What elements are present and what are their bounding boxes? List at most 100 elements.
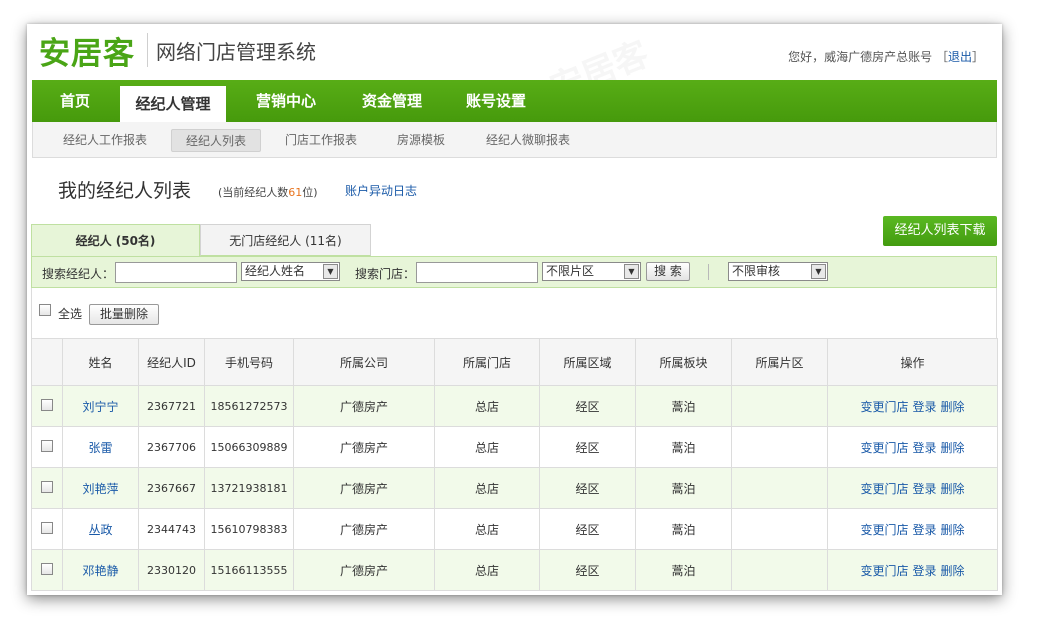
subnav-agent-work-report[interactable]: 经纪人工作报表 <box>55 129 155 152</box>
agent-id: 2367721 <box>138 385 205 427</box>
agent-company: 广德房产 <box>293 385 435 427</box>
delete-link[interactable]: 删除 <box>941 564 965 578</box>
download-agent-list-button[interactable]: 经纪人列表下载 <box>883 216 997 246</box>
table-header-row: 姓名 经纪人ID 手机号码 所属公司 所属门店 所属区域 所属板块 所属片区 操… <box>31 338 998 386</box>
logout-link[interactable]: 退出 <box>948 50 972 64</box>
agent-company: 广德房产 <box>293 467 435 509</box>
delete-link[interactable]: 删除 <box>941 482 965 496</box>
agent-store: 总店 <box>434 508 540 550</box>
agent-name-link[interactable]: 张雷 <box>62 426 139 468</box>
agent-region: 经区 <box>539 426 636 468</box>
subnav-agent-list[interactable]: 经纪人列表 <box>171 129 261 152</box>
agent-id: 2367706 <box>138 426 205 468</box>
change-store-link[interactable]: 变更门店 <box>860 564 908 578</box>
table-row: 刘宁宁 2367721 18561272573 广德房产 总店 经区 蒿泊 变更… <box>31 385 998 427</box>
tab-agents[interactable]: 经纪人 (50名) <box>31 224 200 256</box>
agent-block: 蒿泊 <box>635 467 732 509</box>
agent-name-link[interactable]: 刘艳萍 <box>62 467 139 509</box>
table-row: 张雷 2367706 15066309889 广德房产 总店 经区 蒿泊 变更门… <box>31 426 998 468</box>
anjuke-logo[interactable]: 安居客 <box>39 28 135 73</box>
agent-store: 总店 <box>434 467 540 509</box>
chevron-down-icon[interactable]: ▼ <box>624 264 639 279</box>
agent-area <box>731 549 828 591</box>
col-header-region: 所属区域 <box>539 338 636 386</box>
row-checkbox[interactable] <box>41 439 53 452</box>
change-store-link[interactable]: 变更门店 <box>860 400 908 414</box>
delete-link[interactable]: 删除 <box>941 400 965 414</box>
delete-link[interactable]: 删除 <box>941 441 965 455</box>
divider <box>708 264 709 280</box>
agent-count-value: 61 <box>288 186 303 199</box>
chevron-down-icon[interactable]: ▼ <box>811 264 826 279</box>
agent-company: 广德房产 <box>293 549 435 591</box>
login-link[interactable]: 登录 <box>912 523 936 537</box>
login-link[interactable]: 登录 <box>912 441 936 455</box>
agent-table: 姓名 经纪人ID 手机号码 所属公司 所属门店 所属区域 所属板块 所属片区 操… <box>31 338 998 591</box>
app-window: 安居客 安居客 安居客 安居客 网络门店管理系统 您好，威海广德房产总账号 ［退… <box>27 24 1002 595</box>
agent-name-link[interactable]: 丛政 <box>62 508 139 550</box>
brand: 安居客 网络门店管理系统 <box>39 28 316 72</box>
subnav-listing-template[interactable]: 房源模板 <box>387 129 455 152</box>
agent-area <box>731 467 828 509</box>
area-select[interactable]: 不限片区 ▼ <box>542 262 641 281</box>
agent-store: 总店 <box>434 549 540 591</box>
row-checkbox[interactable] <box>41 398 53 411</box>
agent-phone: 15166113555 <box>204 549 294 591</box>
search-bar: 搜索经纪人： 经纪人姓名 ▼ 搜索门店： 不限片区 ▼ 搜 索 不限审核 ▼ <box>31 256 997 288</box>
agent-phone: 18561272573 <box>204 385 294 427</box>
agent-block: 蒿泊 <box>635 426 732 468</box>
change-store-link[interactable]: 变更门店 <box>860 523 908 537</box>
select-all-label[interactable]: 全选 <box>58 305 82 322</box>
login-link[interactable]: 登录 <box>912 482 936 496</box>
nav-tab-funds[interactable]: 资金管理 <box>342 80 442 122</box>
agent-area <box>731 508 828 550</box>
row-checkbox[interactable] <box>41 480 53 493</box>
col-header-company: 所属公司 <box>293 338 435 386</box>
sub-nav: 经纪人工作报表 经纪人列表 门店工作报表 房源模板 经纪人微聊报表 <box>32 122 997 158</box>
account-change-log-link[interactable]: 账户异动日志 <box>345 182 417 199</box>
row-actions: 变更门店 登录 删除 <box>827 467 998 509</box>
agent-field-select[interactable]: 经纪人姓名 ▼ <box>241 262 340 281</box>
row-actions: 变更门店 登录 删除 <box>827 385 998 427</box>
table-row: 刘艳萍 2367667 13721938181 广德房产 总店 经区 蒿泊 变更… <box>31 467 998 509</box>
agent-name-link[interactable]: 刘宁宁 <box>62 385 139 427</box>
audit-select[interactable]: 不限审核 ▼ <box>728 262 828 281</box>
greeting-text: 您好，威海广德房产总账号 <box>788 50 933 64</box>
row-checkbox[interactable] <box>41 521 53 534</box>
chevron-down-icon[interactable]: ▼ <box>323 264 338 279</box>
agent-name-link[interactable]: 邓艳静 <box>62 549 139 591</box>
col-header-name: 姓名 <box>62 338 139 386</box>
col-header-store: 所属门店 <box>434 338 540 386</box>
change-store-link[interactable]: 变更门店 <box>860 441 908 455</box>
table-row: 邓艳静 2330120 15166113555 广德房产 总店 经区 蒿泊 变更… <box>31 549 998 591</box>
row-actions: 变更门店 登录 删除 <box>827 549 998 591</box>
agent-store: 总店 <box>434 426 540 468</box>
col-header-checkbox <box>31 338 63 386</box>
delete-link[interactable]: 删除 <box>941 523 965 537</box>
col-header-id: 经纪人ID <box>138 338 205 386</box>
subnav-store-work-report[interactable]: 门店工作报表 <box>276 129 366 152</box>
col-header-block: 所属板块 <box>635 338 732 386</box>
nav-tab-agent-management[interactable]: 经纪人管理 <box>120 86 226 122</box>
nav-tab-marketing[interactable]: 营销中心 <box>238 80 334 122</box>
search-button[interactable]: 搜 索 <box>646 262 690 281</box>
search-store-input[interactable] <box>416 262 538 283</box>
tab-no-store-agents[interactable]: 无门店经纪人 (11名) <box>200 224 371 256</box>
row-checkbox[interactable] <box>41 562 53 575</box>
subnav-agent-chat-report[interactable]: 经纪人微聊报表 <box>473 129 583 152</box>
batch-delete-button[interactable]: 批量删除 <box>89 304 159 325</box>
agent-region: 经区 <box>539 549 636 591</box>
main-nav: 首页 经纪人管理 营销中心 资金管理 账号设置 <box>32 80 997 122</box>
agent-area <box>731 385 828 427</box>
select-all-checkbox[interactable] <box>39 304 51 316</box>
nav-tab-account-settings[interactable]: 账号设置 <box>446 80 546 122</box>
agent-id: 2330120 <box>138 549 205 591</box>
nav-tab-home[interactable]: 首页 <box>32 80 118 122</box>
search-agent-input[interactable] <box>115 262 237 283</box>
agent-id: 2367667 <box>138 467 205 509</box>
change-store-link[interactable]: 变更门店 <box>860 482 908 496</box>
brand-divider <box>147 33 148 67</box>
agent-phone: 15610798383 <box>204 508 294 550</box>
login-link[interactable]: 登录 <box>912 564 936 578</box>
login-link[interactable]: 登录 <box>912 400 936 414</box>
